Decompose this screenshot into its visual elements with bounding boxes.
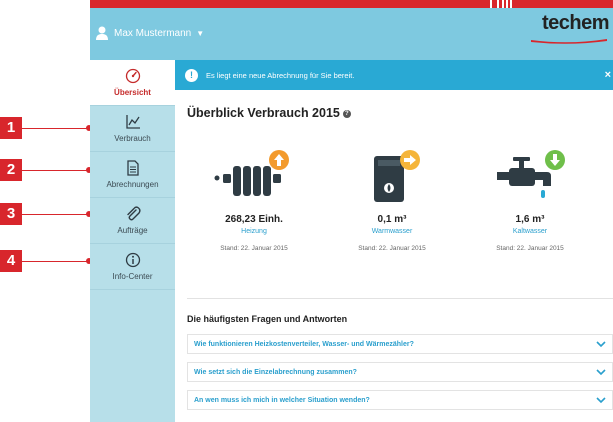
faq-question: An wen muss ich mich in welcher Situatio… <box>194 396 370 404</box>
meter-value: 268,23 Einh. <box>225 214 283 225</box>
sidebar-item-auftraege[interactable]: Aufträge <box>90 198 175 243</box>
callout-1: 1 <box>0 117 22 139</box>
user-menu[interactable]: Max Mustermann ▼ <box>96 26 204 40</box>
meter-stand: Stand: 22. Januar 2015 <box>358 245 426 252</box>
app-window: Max Mustermann ▼ techem Übersicht Verbra… <box>90 0 613 422</box>
help-icon[interactable]: ? <box>342 109 351 118</box>
meter-stand: Stand: 22. Januar 2015 <box>220 245 288 252</box>
info-icon <box>125 252 140 268</box>
page-title: Überblick Verbrauch 2015? <box>187 106 351 120</box>
sidebar-item-uebersicht[interactable]: Übersicht <box>90 60 175 105</box>
callout-3: 3 <box>0 203 22 225</box>
chevron-down-icon <box>596 341 606 348</box>
paperclip-icon <box>126 206 141 221</box>
callout-2: 2 <box>0 159 22 181</box>
techem-logo: techem <box>541 12 610 34</box>
close-icon[interactable]: × <box>605 69 611 81</box>
user-name: Max Mustermann <box>114 27 192 39</box>
chevron-down-icon <box>596 397 606 404</box>
meter-value: 1,6 m³ <box>515 214 545 225</box>
meter-stand: Stand: 22. Januar 2015 <box>496 245 564 252</box>
document-icon <box>126 160 139 176</box>
meter-value: 0,1 m³ <box>377 214 407 225</box>
meter-kaltwasser[interactable]: 1,6 m³ Kaltwasser Stand: 22. Januar 2015 <box>465 150 595 252</box>
chevron-down-icon <box>596 369 606 376</box>
callout-line-2 <box>22 170 87 171</box>
sidebar-item-label: Aufträge <box>117 226 148 235</box>
faq-item[interactable]: Wie funktionieren Heizkostenverteiler, W… <box>187 334 613 354</box>
callout-line-4 <box>22 261 87 262</box>
callout-line-1 <box>22 128 87 129</box>
faq-item[interactable]: An wen muss ich mich in welcher Situatio… <box>187 390 613 410</box>
main-content: Überblick Verbrauch 2015? 268,23 Einh. H… <box>175 90 613 422</box>
meter-heizung[interactable]: 268,23 Einh. Heizung Stand: 22. Januar 2… <box>189 150 319 252</box>
meter-label[interactable]: Kaltwasser <box>465 228 595 235</box>
faq-question: Wie funktionieren Heizkostenverteiler, W… <box>194 340 414 348</box>
header: Max Mustermann ▼ techem <box>90 8 613 60</box>
user-icon <box>96 26 108 40</box>
logo-swoosh-icon <box>531 39 607 44</box>
sidebar-item-verbrauch[interactable]: Verbrauch <box>90 106 175 151</box>
sidebar: Übersicht Verbrauch Abrechnungen Aufträg… <box>90 60 175 422</box>
sidebar-item-label: Verbrauch <box>114 134 151 143</box>
radiator-icon <box>214 150 289 196</box>
callout-4: 4 <box>0 250 22 272</box>
chart-icon <box>125 115 140 129</box>
faq-question: Wie setzt sich die Einzelabrechnung zusa… <box>194 368 357 376</box>
meter-warmwasser[interactable]: 0,1 m³ Warmwasser Stand: 22. Januar 2015 <box>327 150 457 252</box>
callout-line-3 <box>22 214 87 215</box>
section-divider <box>187 298 613 299</box>
faq-item[interactable]: Wie setzt sich die Einzelabrechnung zusa… <box>187 362 613 382</box>
alert-icon: ! <box>185 68 198 82</box>
chevron-down-icon: ▼ <box>196 28 205 38</box>
faq-heading: Die häufigsten Fragen und Antworten <box>187 314 348 324</box>
meter-label[interactable]: Warmwasser <box>327 228 457 235</box>
water-tap-icon <box>497 150 565 198</box>
notification-banner: ! Es liegt eine neue Abrechnung für Sie … <box>175 60 613 90</box>
water-heater-icon <box>374 150 420 202</box>
notification-text: Es liegt eine neue Abrechnung für Sie be… <box>206 70 355 80</box>
gauge-icon <box>125 68 140 84</box>
sidebar-item-info-center[interactable]: Info-Center <box>90 244 175 289</box>
sidebar-item-label: Übersicht <box>114 88 151 97</box>
meter-label[interactable]: Heizung <box>189 228 319 235</box>
sidebar-item-label: Abrechnungen <box>106 180 159 189</box>
sidebar-item-label: Info-Center <box>112 272 153 281</box>
top-brand-bar <box>90 0 613 8</box>
sidebar-item-abrechnungen[interactable]: Abrechnungen <box>90 152 175 197</box>
